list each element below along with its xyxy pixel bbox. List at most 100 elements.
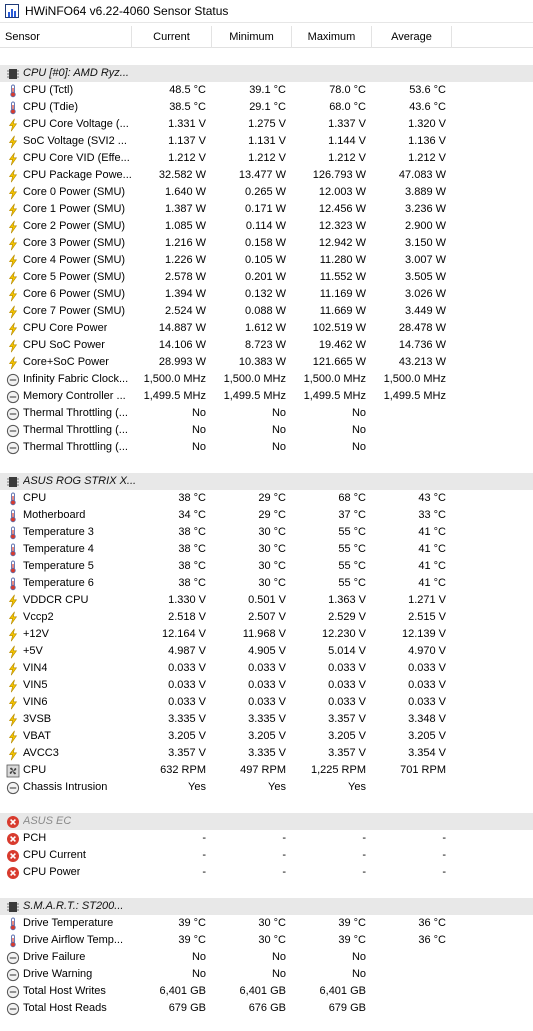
sensor-row[interactable]: CPU Package Powe... 32.582 W 13.477 W 126.7… <box>0 167 533 184</box>
sensor-row[interactable]: Vccp2 2.518 V 2.507 V 2.529 V 2.515 V <box>0 609 533 626</box>
sensor-row[interactable]: Chassis Intrusion Yes Yes Yes <box>0 779 533 796</box>
sensor-row[interactable]: CPU Current - - - - <box>0 847 533 864</box>
sensor-row[interactable]: Drive Temperature 39 °C 30 °C 39 °C 36 °C <box>0 915 533 932</box>
sensor-row[interactable]: Temperature 4 38 °C 30 °C 55 °C 41 °C <box>0 541 533 558</box>
sensor-name-cell: Thermal Throttling (... <box>0 422 132 439</box>
sensor-row[interactable]: CPU (Tctl) 48.5 °C 39.1 °C 78.0 °C 53.6 °C <box>0 82 533 99</box>
sensor-label: Total Host Writes <box>23 985 106 997</box>
sensor-label: VIN5 <box>23 679 48 691</box>
sensor-row[interactable]: CPU Power - - - - <box>0 864 533 881</box>
current-value: 0.033 V <box>168 662 206 674</box>
column-header-minimum[interactable]: Minimum <box>212 26 292 48</box>
sensor-row[interactable]: CPU SoC Power 14.106 W 8.723 W 19.462 W 14.7… <box>0 337 533 354</box>
average-value: 41 °C <box>418 543 446 555</box>
sensor-row[interactable]: CPU Core VID (Effe... 1.212 V 1.212 V 1.212… <box>0 150 533 167</box>
sensor-row[interactable]: Motherboard 34 °C 29 °C 37 °C 33 °C <box>0 507 533 524</box>
sensor-name-cell: CPU (Tdie) <box>0 99 132 116</box>
average-value: 3.889 W <box>405 186 446 198</box>
sensor-row[interactable]: Core 1 Power (SMU) 1.387 W 0.171 W 12.456 W… <box>0 201 533 218</box>
sensor-row[interactable]: Drive Airflow Temp... 39 °C 30 °C 39 °C 36 °… <box>0 932 533 949</box>
sensor-row[interactable]: VIN5 0.033 V 0.033 V 0.033 V 0.033 V <box>0 677 533 694</box>
sensor-row[interactable]: CPU 632 RPM 497 RPM 1,225 RPM 701 RPM <box>0 762 533 779</box>
sensor-row[interactable]: Core 7 Power (SMU) 2.524 W 0.088 W 11.669 W… <box>0 303 533 320</box>
column-header-average[interactable]: Average <box>372 26 452 48</box>
bolt-icon <box>6 254 20 268</box>
sensor-row[interactable]: VIN6 0.033 V 0.033 V 0.033 V 0.033 V <box>0 694 533 711</box>
sensor-row[interactable]: Temperature 6 38 °C 30 °C 55 °C 41 °C <box>0 575 533 592</box>
sensor-row[interactable]: Core 3 Power (SMU) 1.216 W 0.158 W 12.942 W… <box>0 235 533 252</box>
sensor-row[interactable]: Memory Controller ... 1,499.5 MHz 1,499.5 … <box>0 388 533 405</box>
current-value: No <box>191 424 206 436</box>
current-value: 32.582 W <box>158 169 206 181</box>
sensor-row[interactable]: Core+SoC Power 28.993 W 10.383 W 121.665 W 4… <box>0 354 533 371</box>
sensor-row[interactable]: CPU (Tdie) 38.5 °C 29.1 °C 68.0 °C 43.6 °C <box>0 99 533 116</box>
sensor-row[interactable]: Thermal Throttling (... No No No <box>0 422 533 439</box>
sensor-row[interactable]: 3VSB 3.335 V 3.335 V 3.357 V 3.348 V <box>0 711 533 728</box>
sensor-row[interactable]: CPU Core Power 14.887 W 1.612 W 102.519 W 28… <box>0 320 533 337</box>
maximum-value: 2.529 V <box>328 611 366 623</box>
title-bar[interactable]: HWiNFO64 v6.22-4060 Sensor Status <box>0 0 533 23</box>
sensor-row[interactable]: Infinity Fabric Clock... 1,500.0 MHz 1,500… <box>0 371 533 388</box>
sensor-row[interactable]: Total Host Reads 679 GB 676 GB 679 GB <box>0 1000 533 1017</box>
sensor-row[interactable]: CPU 38 °C 29 °C 68 °C 43 °C <box>0 490 533 507</box>
sensor-row[interactable]: PCH - - - - <box>0 830 533 847</box>
maximum-value: 102.519 W <box>312 322 366 334</box>
sensor-row[interactable]: Total Host Writes 6,401 GB 6,401 GB 6,401 G… <box>0 983 533 1000</box>
sensor-group-row[interactable]: ASUS ROG STRIX X... <box>0 473 533 490</box>
maximum-value: 12.003 W <box>318 186 366 198</box>
minimum-value: 29 °C <box>258 492 286 504</box>
maximum-value: - <box>362 832 366 844</box>
sensor-row[interactable]: Core 6 Power (SMU) 1.394 W 0.132 W 11.169 W… <box>0 286 533 303</box>
average-value: 1.271 V <box>408 594 446 606</box>
sensor-row[interactable]: Core 4 Power (SMU) 1.226 W 0.105 W 11.280 W… <box>0 252 533 269</box>
current-value: - <box>202 866 206 878</box>
sensor-row[interactable]: Temperature 5 38 °C 30 °C 55 °C 41 °C <box>0 558 533 575</box>
sensor-row[interactable]: VBAT 3.205 V 3.205 V 3.205 V 3.205 V <box>0 728 533 745</box>
sensor-row[interactable]: Drive Warning No No No <box>0 966 533 983</box>
average-value: 1.136 V <box>408 135 446 147</box>
sensor-label: Infinity Fabric Clock... <box>23 373 129 385</box>
sensor-row[interactable]: CPU Core Voltage (... 1.331 V 1.275 V 1.337… <box>0 116 533 133</box>
sensor-name-cell: SoC Voltage (SVI2 ... <box>0 133 132 150</box>
sensor-group-row[interactable]: S.M.A.R.T.: ST200... <box>0 898 533 915</box>
blank-row <box>0 48 533 65</box>
minimum-value: 0.201 W <box>245 271 286 283</box>
column-header-sensor[interactable]: Sensor <box>0 26 132 48</box>
sensor-group-row[interactable]: CPU [#0]: AMD Ryz... <box>0 65 533 82</box>
chip-icon <box>6 67 20 81</box>
sensor-label: Thermal Throttling (... <box>23 424 128 436</box>
sensor-name-cell: CPU Core Power <box>0 320 132 337</box>
sensor-name-cell: Total Host Writes <box>0 983 132 1000</box>
current-value: 38 °C <box>178 560 206 572</box>
maximum-value: 78.0 °C <box>329 84 366 96</box>
average-value: 3.348 V <box>408 713 446 725</box>
current-value: 1.226 W <box>165 254 206 266</box>
column-header-maximum[interactable]: Maximum <box>292 26 372 48</box>
sensor-label: Thermal Throttling (... <box>23 441 128 453</box>
minimum-value: - <box>282 832 286 844</box>
sensor-name-cell: Drive Warning <box>0 966 132 983</box>
sensor-row[interactable]: Drive Failure No No No <box>0 949 533 966</box>
sensor-row[interactable]: VDDCR CPU 1.330 V 0.501 V 1.363 V 1.271 V <box>0 592 533 609</box>
group-name-cell: ASUS EC <box>0 813 452 830</box>
sensor-row[interactable]: Core 5 Power (SMU) 2.578 W 0.201 W 11.552 W… <box>0 269 533 286</box>
sensor-row[interactable]: Thermal Throttling (... No No No <box>0 405 533 422</box>
sensor-row[interactable]: Core 0 Power (SMU) 1.640 W 0.265 W 12.003 W… <box>0 184 533 201</box>
sensor-group-row[interactable]: ASUS EC <box>0 813 533 830</box>
average-value: 41 °C <box>418 560 446 572</box>
sensor-row[interactable]: +5V 4.987 V 4.905 V 5.014 V 4.970 V <box>0 643 533 660</box>
group-name-cell: S.M.A.R.T.: ST200... <box>0 898 452 915</box>
sensor-row[interactable]: Core 2 Power (SMU) 1.085 W 0.114 W 12.323 W… <box>0 218 533 235</box>
current-value: 38.5 °C <box>169 101 206 113</box>
column-header-current[interactable]: Current <box>132 26 212 48</box>
group-label: S.M.A.R.T.: ST200... <box>23 900 124 912</box>
sensor-row[interactable]: Temperature 3 38 °C 30 °C 55 °C 41 °C <box>0 524 533 541</box>
sensor-name-cell: Core 3 Power (SMU) <box>0 235 132 252</box>
sensor-row[interactable]: Thermal Throttling (... No No No <box>0 439 533 456</box>
sensor-row[interactable]: SoC Voltage (SVI2 ... 1.137 V 1.131 V 1.144… <box>0 133 533 150</box>
sensor-row[interactable]: +12V 12.164 V 11.968 V 12.230 V 12.139 V <box>0 626 533 643</box>
clock-icon <box>6 373 20 387</box>
sensor-row[interactable]: VIN4 0.033 V 0.033 V 0.033 V 0.033 V <box>0 660 533 677</box>
sensor-row[interactable]: AVCC3 3.357 V 3.335 V 3.357 V 3.354 V <box>0 745 533 762</box>
sensor-label: SoC Voltage (SVI2 ... <box>23 135 127 147</box>
